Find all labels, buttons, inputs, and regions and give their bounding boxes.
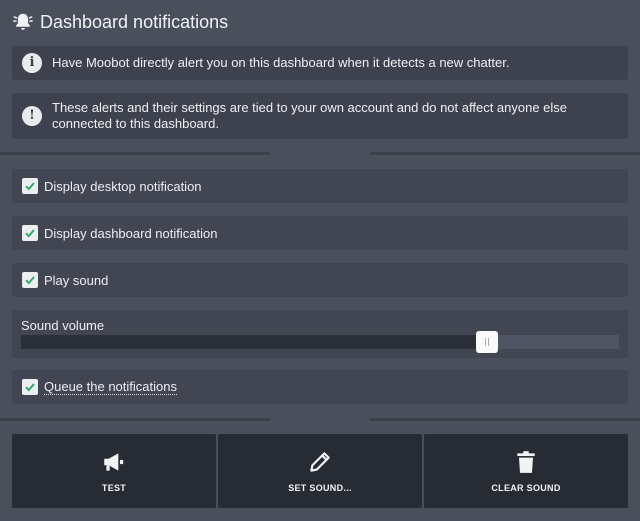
dashboard-notification-label: Display dashboard notification — [44, 225, 218, 241]
queue-notifications-option[interactable]: Queue the notifications — [12, 370, 628, 404]
test-button-label: TEST — [101, 483, 127, 493]
divider — [370, 418, 640, 421]
queue-notifications-label: Queue the notifications — [44, 379, 177, 395]
sound-volume-control: Sound volume — [12, 310, 628, 358]
trash-icon — [517, 451, 535, 473]
test-button[interactable]: TEST — [12, 434, 216, 508]
warning-message: ! These alerts and their settings are ti… — [12, 93, 628, 139]
clear-sound-button[interactable]: CLEAR SOUND — [424, 434, 628, 508]
desktop-notification-option[interactable]: Display desktop notification — [12, 169, 628, 203]
dashboard-notification-checkbox[interactable] — [22, 225, 38, 241]
info-icon: i — [22, 53, 42, 73]
page-title: Dashboard notifications — [40, 11, 229, 32]
check-icon — [25, 383, 35, 392]
megaphone-icon — [104, 453, 124, 471]
warning-text: These alerts and their settings are tied… — [52, 100, 568, 131]
info-message: i Have Moobot directly alert you on this… — [12, 46, 628, 80]
divider — [0, 152, 270, 155]
dashboard-notification-option[interactable]: Display dashboard notification — [12, 216, 628, 250]
play-sound-checkbox[interactable] — [22, 272, 38, 288]
volume-fill — [21, 335, 488, 349]
info-text: Have Moobot directly alert you on this d… — [52, 55, 510, 70]
divider — [370, 152, 640, 155]
check-icon — [25, 276, 35, 285]
queue-notifications-checkbox[interactable] — [22, 379, 38, 395]
pencil-icon — [310, 452, 330, 472]
clear-sound-button-label: CLEAR SOUND — [491, 483, 561, 493]
sound-volume-label: Sound volume — [21, 318, 105, 333]
action-buttons: TEST SET SOUND... CLEAR SOUND — [12, 434, 628, 508]
check-icon — [25, 229, 35, 238]
divider — [0, 418, 270, 421]
volume-slider[interactable] — [21, 331, 619, 353]
play-sound-label: Play sound — [44, 272, 109, 288]
play-sound-option[interactable]: Play sound — [12, 263, 628, 297]
set-sound-button-label: SET SOUND... — [288, 483, 352, 493]
check-icon — [25, 182, 35, 191]
bell-icon — [13, 13, 33, 30]
page-header: Dashboard notifications — [12, 8, 228, 36]
desktop-notification-checkbox[interactable] — [22, 178, 38, 194]
volume-slider-handle[interactable] — [476, 331, 499, 353]
set-sound-button[interactable]: SET SOUND... — [218, 434, 422, 508]
exclamation-icon: ! — [22, 106, 42, 126]
desktop-notification-label: Display desktop notification — [44, 178, 202, 194]
